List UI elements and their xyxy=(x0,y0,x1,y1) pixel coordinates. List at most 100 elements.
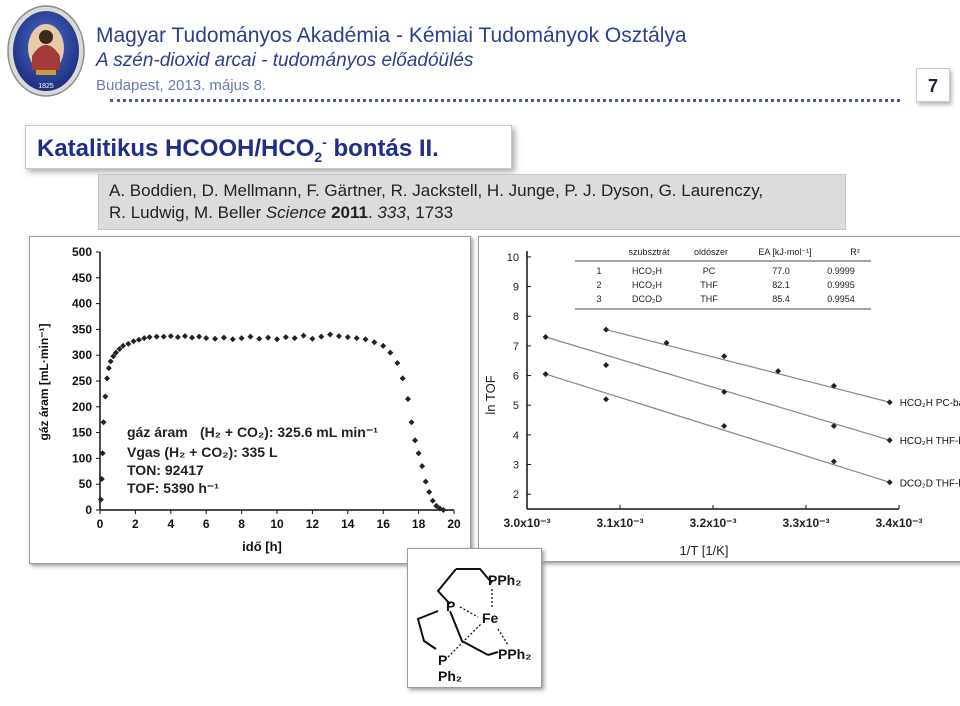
arrhenius-data-point xyxy=(542,334,549,340)
gas-flow-data-point xyxy=(265,334,272,341)
reference-journal: Science xyxy=(265,203,327,222)
gas-flow-data-point xyxy=(274,336,280,343)
gas-flow-data-point xyxy=(426,488,433,495)
arrhenius-series-label: DCO₂D THF-ban xyxy=(900,478,960,489)
gas-flow-data-point xyxy=(429,497,436,504)
label-p-low: P xyxy=(438,652,447,668)
gas-flow-data-point xyxy=(291,335,298,342)
arrhenius-y-tick-label: 2 xyxy=(513,489,519,501)
arrhenius-y-axis-label: ln TOF xyxy=(483,375,498,414)
gas-flow-x-tick-label: 12 xyxy=(306,517,320,531)
gas-flow-data-point xyxy=(130,338,137,345)
arrhenius-chart-panel: 2 3 4 5 6 7 8 9 10 3.0x10⁻³ 3.1x10⁻³ 3.2x10⁻³ 3.3x10… xyxy=(478,236,960,562)
table-header-cell: szubsztrát xyxy=(628,247,670,257)
gas-flow-data-point xyxy=(135,336,142,343)
arrhenius-y-tick-label: 4 xyxy=(513,430,519,442)
gas-flow-y-tick-label: 300 xyxy=(72,348,92,362)
arrhenius-data-point xyxy=(603,362,610,369)
table-cell: HCO₂H xyxy=(632,280,662,290)
gas-flow-data-point xyxy=(105,365,112,372)
gas-flow-y-tick-label: 350 xyxy=(72,322,92,336)
annotation-tof: TOF: 5390 h⁻¹ xyxy=(127,480,219,496)
reference-year: 2011 xyxy=(331,203,368,222)
table-cell: 1 xyxy=(596,266,601,276)
annotation-flow-value: (H₂ + CO₂): 325.6 mL min⁻¹ xyxy=(200,424,378,440)
gas-flow-data-point xyxy=(419,463,426,470)
gas-flow-y-tick-label: 200 xyxy=(72,400,92,414)
gas-flow-data-point xyxy=(300,332,307,339)
table-cell: THF xyxy=(700,280,718,290)
gas-flow-data-point xyxy=(394,359,401,366)
gas-flow-data-point xyxy=(160,333,167,340)
gas-flow-data-point xyxy=(146,334,153,341)
arrhenius-data-point xyxy=(721,422,728,429)
arrhenius-y-tick-label: 5 xyxy=(513,400,519,412)
header-divider xyxy=(110,99,900,102)
arrhenius-y-tick-label: 3 xyxy=(513,460,519,472)
reference-authors-2: R. Ludwig, M. Beller xyxy=(109,203,266,222)
gas-flow-y-tick-label: 0 xyxy=(85,503,92,517)
gas-flow-y-tick-label: 250 xyxy=(72,374,92,388)
table-cell: 2 xyxy=(596,280,601,290)
gas-flow-data-point xyxy=(408,419,415,426)
arrhenius-fit-line xyxy=(605,329,890,403)
arrhenius-y-tick-label: 10 xyxy=(507,252,519,264)
reference-pages: , 1733 xyxy=(405,203,454,222)
annotation-ton: TON: 92417 xyxy=(127,462,204,478)
table-cell: 3 xyxy=(596,294,601,304)
gas-flow-data-point xyxy=(371,339,378,346)
gas-flow-data-point xyxy=(327,331,334,338)
gas-flow-x-axis-label: idő [h] xyxy=(242,539,282,554)
reference-authors-1: A. Boddien, D. Mellmann, F. Gärtner, R. … xyxy=(109,181,764,200)
table-header-cell: EA [kJ·mol⁻¹] xyxy=(758,247,811,257)
gas-flow-y-tick-label: 150 xyxy=(72,426,92,440)
title-text-main: Katalitikus HCOOH/HCO xyxy=(37,135,315,162)
label-ph2-bottom: Ph₂ xyxy=(438,668,462,684)
gas-flow-data-point xyxy=(125,340,132,347)
gas-flow-x-tick-label: 18 xyxy=(412,517,426,531)
gas-flow-data-point xyxy=(229,336,236,343)
gas-flow-data-point xyxy=(404,396,411,403)
gas-flow-x-tick-label: 16 xyxy=(377,517,391,531)
title-text-end: bontás II. xyxy=(326,135,439,162)
reference-volume: 333 xyxy=(377,203,406,222)
gas-flow-y-axis-label: gáz áram [mL·min⁻¹] xyxy=(37,323,51,440)
arrhenius-data-point xyxy=(542,371,549,378)
gas-flow-data-point xyxy=(153,333,160,340)
arrhenius-data-point xyxy=(886,437,893,444)
gas-flow-data-point xyxy=(247,333,254,340)
arrhenius-x-tick-label: 3.0x10⁻³ xyxy=(503,516,550,530)
arrhenius-y-tick-label: 6 xyxy=(513,371,519,383)
gas-flow-data-point xyxy=(399,375,406,382)
gas-flow-data-point xyxy=(362,336,369,343)
gas-flow-y-tick-label: 50 xyxy=(79,477,93,491)
gas-flow-x-tick-label: 4 xyxy=(167,517,174,531)
gas-flow-y-tick-label: 450 xyxy=(72,271,92,285)
arrhenius-data-point xyxy=(603,396,610,403)
gas-flow-y-tick-label: 500 xyxy=(72,245,92,259)
arrhenius-y-tick-label: 7 xyxy=(513,341,519,353)
arrhenius-chart: 2 3 4 5 6 7 8 9 10 3.0x10⁻³ 3.1x10⁻³ 3.2x10⁻³ 3.3x10… xyxy=(483,247,960,558)
gas-flow-data-point xyxy=(141,335,148,342)
iron-complex-structure: PPh₂ P Fe P PPh₂ Ph₂ xyxy=(407,548,542,688)
annotation-flow-label: gáz áram xyxy=(127,424,188,440)
table-cell: HCO₂H xyxy=(632,266,662,276)
gas-flow-data-point xyxy=(335,333,342,340)
gas-flow-data-point xyxy=(203,335,210,342)
arrhenius-x-tick-label: 3.3x10⁻³ xyxy=(782,516,829,530)
page-number: 7 xyxy=(916,68,950,102)
reference-citation: A. Boddien, D. Mellmann, F. Gärtner, R. … xyxy=(109,181,764,222)
arrhenius-series-label: HCO₂H THF-ban xyxy=(900,436,960,447)
header-date: Budapest, 2013. május 8. xyxy=(96,77,267,94)
table-header-cell: R² xyxy=(850,247,860,257)
table-cell: 0.9999 xyxy=(827,266,855,276)
gas-flow-data-point xyxy=(104,375,111,382)
gas-flow-chart-panel: 0 50 100 150 200 250 300 350 400 450 500 0 2 4 6 8 10 12 1… xyxy=(29,236,471,564)
gas-flow-data-point xyxy=(256,335,263,342)
seal-year: 1825 xyxy=(38,83,54,90)
reference-box: A. Boddien, D. Mellmann, F. Gärtner, R. … xyxy=(98,174,846,230)
arrhenius-series-label: HCO₂H PC-ban xyxy=(900,398,960,409)
arrhenius-x-tick-label: 3.1x10⁻³ xyxy=(596,516,643,530)
gas-flow-x-tick-label: 10 xyxy=(270,517,284,531)
gas-flow-annotation: gáz áram (H₂ + CO₂): 325.6 mL min⁻¹ Vgas… xyxy=(127,424,378,496)
